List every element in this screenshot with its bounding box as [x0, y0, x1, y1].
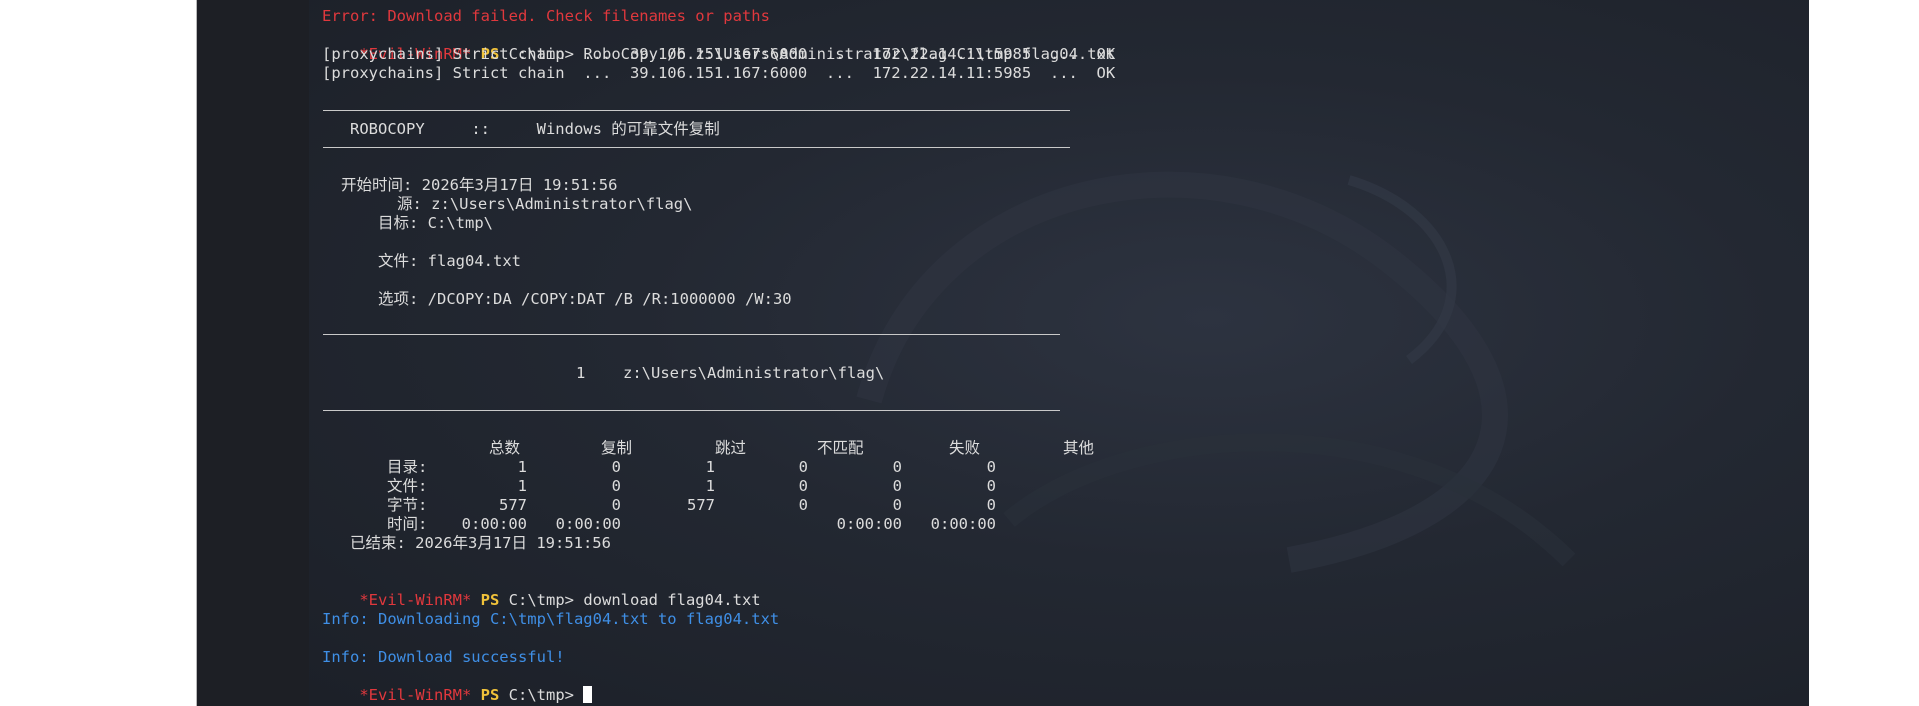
summary-row-label: 时间: [387, 515, 428, 533]
divider [323, 110, 1070, 111]
summary-cell: 1 [517, 477, 527, 495]
summary-cell [710, 515, 808, 534]
files-filter: 文件: flag04.txt [378, 252, 521, 270]
command-line-current[interactable]: *Evil-WinRM* PS C:\tmp> [322, 667, 593, 704]
text-cursor[interactable] [583, 686, 593, 703]
summary-header-mismatch: 不匹配 [817, 439, 864, 457]
ps-label: PS [480, 686, 500, 704]
summary-cell: 0:00:00 [836, 515, 902, 533]
divider [323, 410, 1060, 411]
summary-cell: 0 [798, 496, 808, 514]
command-text: C:\tmp> download flag04.txt [508, 591, 761, 609]
summary-header-copied: 复制 [601, 439, 633, 457]
command-line-robocopy: *Evil-WinRM* PS C:\tmp> RoboCopy /b z:\U… [322, 26, 1115, 63]
summary-cell: 0 [892, 496, 902, 514]
summary-cell: 0 [892, 458, 902, 476]
robocopy-header: ROBOCOPY :: Windows 的可靠文件复制 [350, 120, 720, 138]
evil-winrm-prompt: *Evil-WinRM* [359, 686, 472, 704]
source-path: 源: z:\Users\Administrator\flag\ [397, 195, 693, 213]
divider [323, 147, 1070, 148]
divider [323, 334, 1060, 335]
command-text: C:\tmp> [508, 686, 574, 704]
summary-header-extras: 其他 [1063, 439, 1095, 457]
summary-cell [617, 515, 715, 534]
error-message: Error: Download failed. Check filenames … [322, 7, 770, 25]
command-line-download: *Evil-WinRM* PS C:\tmp> download flag04.… [322, 572, 760, 609]
summary-cell: 0:00:00 [555, 515, 621, 533]
proxychains-line-2: [proxychains] Strict chain ... 39.106.15… [322, 64, 1116, 82]
summary-header-total: 总数 [489, 439, 521, 457]
target-path: 目标: C:\tmp\ [378, 214, 493, 232]
summary-cell: 0 [611, 477, 621, 495]
summary-cell: 0 [892, 477, 902, 495]
summary-header-failed: 失败 [949, 439, 981, 457]
dir-entry-path: z:\Users\Administrator\flag\ [623, 364, 885, 382]
finished-time: 已结束: 2026年3月17日 19:51:56 [350, 534, 611, 552]
proxychains-line-1: [proxychains] Strict chain ... 39.106.15… [322, 45, 1116, 63]
summary-row-label: 文件: [387, 477, 428, 495]
copy-options: 选项: /DCOPY:DA /COPY:DAT /B /R:1000000 /W… [378, 290, 792, 308]
summary-cell: 0 [611, 496, 621, 514]
info-download-successful: Info: Download successful! [322, 648, 565, 666]
summary-cell: 0 [986, 477, 996, 495]
summary-cell: 0 [986, 496, 996, 514]
summary-cell: 1 [705, 458, 715, 476]
summary-row-label: 字节: [387, 496, 428, 514]
summary-cell: 1 [517, 458, 527, 476]
dir-entry-count: 1 [576, 364, 586, 382]
summary-cell: 0 [611, 458, 621, 476]
ps-label: PS [480, 591, 500, 609]
start-time: 开始时间: 2026年3月17日 19:51:56 [341, 176, 618, 194]
summary-cell: 1 [705, 477, 715, 495]
summary-header-skipped: 跳过 [715, 439, 747, 457]
summary-cell: 577 [687, 496, 715, 514]
summary-cell: 0:00:00 [930, 515, 996, 533]
right-panel [1809, 0, 1919, 706]
summary-cell: 577 [499, 496, 527, 514]
evil-winrm-prompt: *Evil-WinRM* [359, 591, 472, 609]
summary-cell: 0 [798, 477, 808, 495]
window-gap [197, 0, 309, 706]
summary-cell: 0 [986, 458, 996, 476]
summary-row-label: 目录: [387, 458, 428, 476]
summary-cell: 0:00:00 [461, 515, 527, 533]
info-downloading: Info: Downloading C:\tmp\flag04.txt to f… [322, 610, 780, 628]
terminal-window[interactable]: Error: Download failed. Check filenames … [309, 0, 1809, 706]
left-panel [0, 0, 197, 706]
summary-cell: 0 [798, 458, 808, 476]
